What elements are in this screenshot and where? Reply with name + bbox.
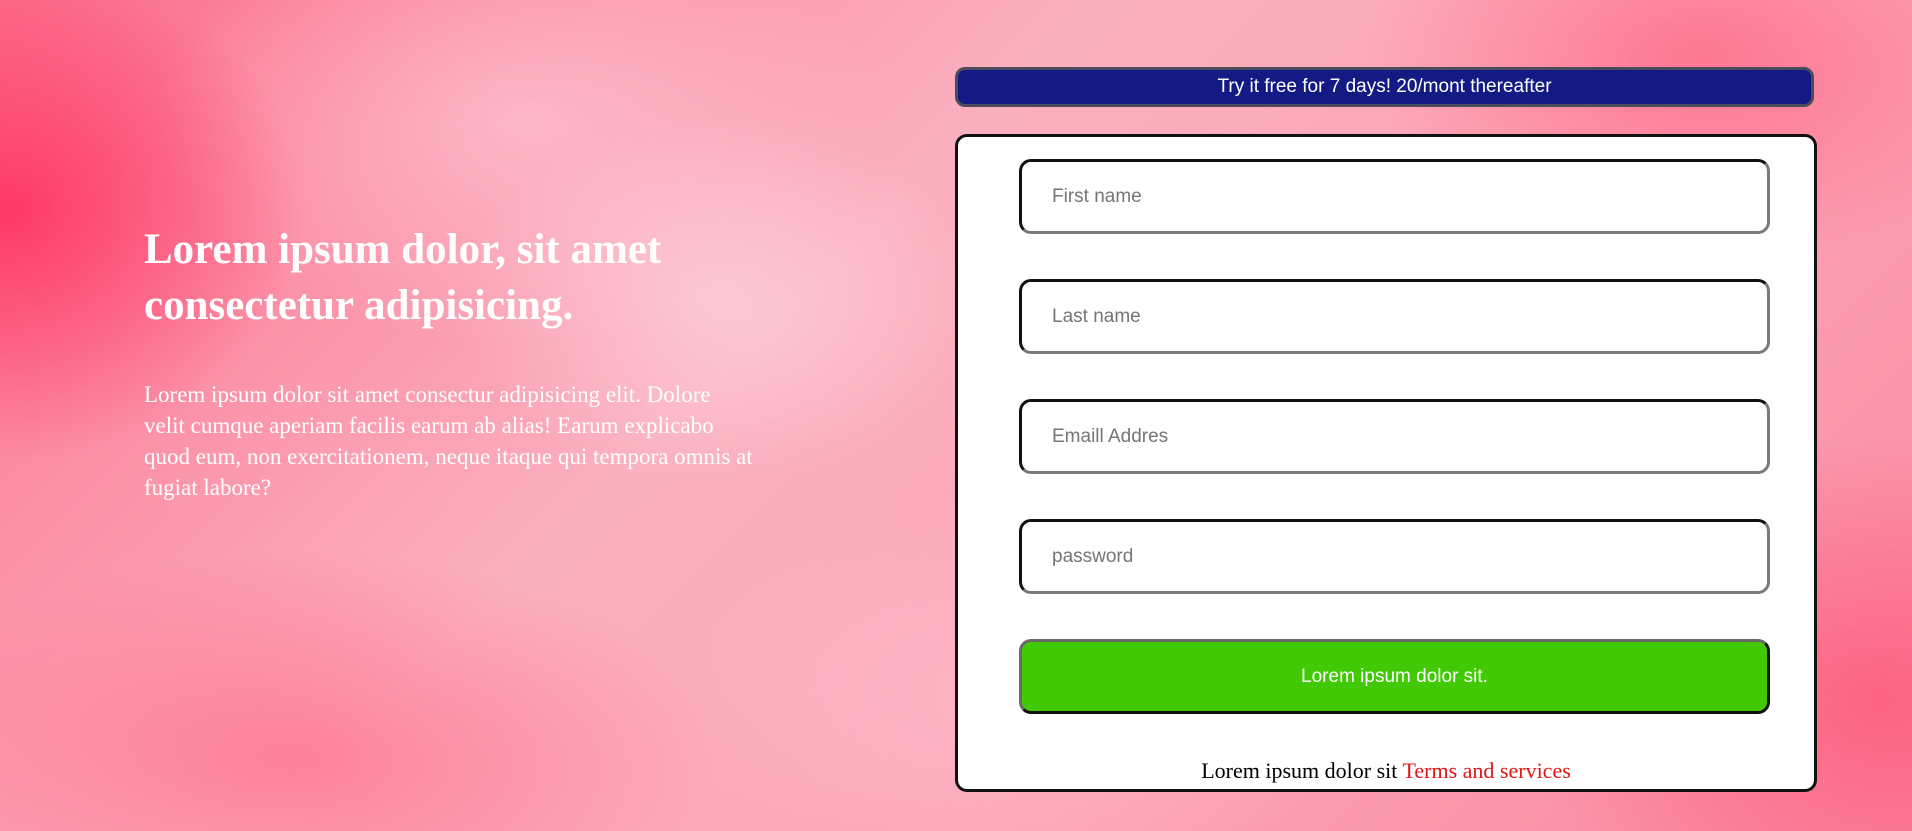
terms-notice: Lorem ipsum dolor sit Terms and services <box>958 757 1814 785</box>
terms-link[interactable]: Terms and services <box>1402 758 1570 783</box>
password-input[interactable] <box>1019 519 1770 594</box>
hero-title: Lorem ipsum dolor, sit amet consectetur … <box>144 226 662 329</box>
signup-form: Lorem ipsum dolor sit. Lorem ipsum dolor… <box>955 134 1817 792</box>
trial-banner: Try it free for 7 days! 20/mont thereaft… <box>955 67 1814 107</box>
email-input[interactable] <box>1019 399 1770 474</box>
terms-text: Lorem ipsum dolor sit <box>1201 758 1403 783</box>
submit-button[interactable]: Lorem ipsum dolor sit. <box>1019 639 1770 714</box>
hero-section: Lorem ipsum dolor, sit amet consectetur … <box>144 222 764 503</box>
hero-description: Lorem ipsum dolor sit amet consectur adi… <box>144 382 753 500</box>
first-name-input[interactable] <box>1019 159 1770 234</box>
last-name-input[interactable] <box>1019 279 1770 354</box>
